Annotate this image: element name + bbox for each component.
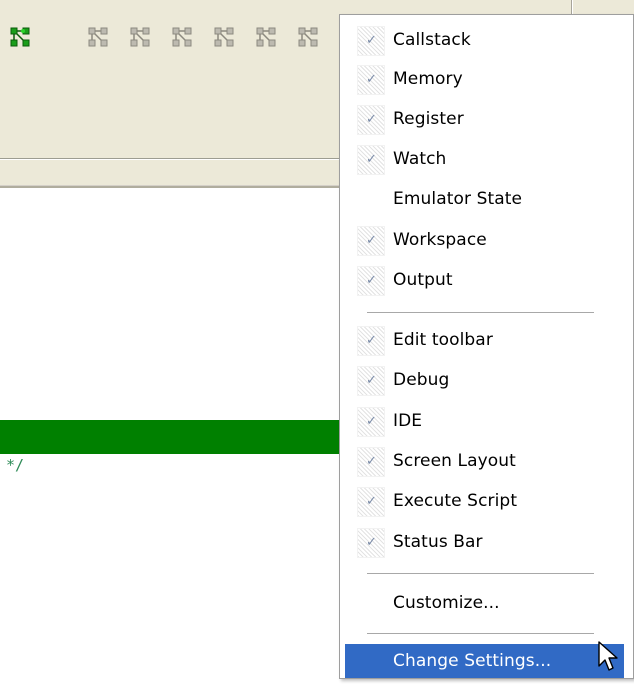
check-icon: ✓ xyxy=(366,112,377,127)
menu-separator xyxy=(367,633,594,634)
toolbar-gripper xyxy=(571,0,573,14)
menu-item-label: IDE xyxy=(393,411,423,431)
mouse-pointer-icon xyxy=(597,640,621,678)
check-mark-box: ✓ xyxy=(357,487,385,517)
comment-text: */ xyxy=(6,456,25,474)
check-mark-box xyxy=(357,185,385,215)
menu-item-label: Customize... xyxy=(393,593,500,613)
menu-item-label: Execute Script xyxy=(393,491,518,511)
menu-item-emulator-state[interactable]: Emulator State xyxy=(341,181,632,219)
check-icon: ✓ xyxy=(366,72,377,87)
check-icon: ✓ xyxy=(366,152,377,167)
menu-item-status-bar[interactable]: ✓ Status Bar xyxy=(341,524,632,562)
check-icon: ✓ xyxy=(366,454,377,469)
menu-item-memory[interactable]: ✓ Memory xyxy=(341,61,632,99)
network-icon[interactable] xyxy=(255,26,277,48)
network-icon[interactable] xyxy=(129,26,151,48)
menu-item-label: Callstack xyxy=(393,30,471,50)
menu-item-label: Memory xyxy=(393,69,463,89)
menu-item-label: Watch xyxy=(393,149,447,169)
network-active-icon[interactable] xyxy=(9,26,31,48)
menu-item-watch[interactable]: ✓ Watch xyxy=(341,141,632,179)
check-mark-box: ✓ xyxy=(357,226,385,256)
menu-item-label: Emulator State xyxy=(393,189,523,209)
network-icon[interactable] xyxy=(171,26,193,48)
check-icon: ✓ xyxy=(366,273,377,288)
menu-item-screen-layout[interactable]: ✓ Screen Layout xyxy=(341,443,632,481)
menu-item-label: Edit toolbar xyxy=(393,330,493,350)
check-mark-box: ✓ xyxy=(357,65,385,95)
menu-item-label: Workspace xyxy=(393,230,487,250)
check-mark-box: ✓ xyxy=(357,266,385,296)
menu-item-register[interactable]: ✓ Register xyxy=(341,101,632,139)
menu-item-workspace[interactable]: ✓ Workspace xyxy=(341,222,632,260)
check-icon: ✓ xyxy=(366,494,377,509)
check-mark-box: ✓ xyxy=(357,145,385,175)
menu-item-execute-script[interactable]: ✓ Execute Script xyxy=(341,483,632,521)
menu-item-label: Screen Layout xyxy=(393,451,516,471)
network-icon[interactable] xyxy=(297,26,319,48)
network-icon[interactable] xyxy=(87,26,109,48)
menu-item-change-settings[interactable]: Change Settings... xyxy=(341,643,632,681)
menu-item-label: Change Settings... xyxy=(393,651,552,671)
check-icon: ✓ xyxy=(366,414,377,429)
check-icon: ✓ xyxy=(366,33,377,48)
menu-separator xyxy=(367,573,594,574)
menu-item-label: Register xyxy=(393,109,464,129)
check-mark-box: ✓ xyxy=(357,105,385,135)
check-mark-box: ✓ xyxy=(357,528,385,558)
check-icon: ✓ xyxy=(366,233,377,248)
menu-separator xyxy=(367,312,594,313)
toolbar-context-menu: ✓ Callstack ✓ Memory ✓ Register ✓ Watch … xyxy=(339,14,634,679)
check-icon: ✓ xyxy=(366,333,377,348)
menu-item-output[interactable]: ✓ Output xyxy=(341,262,632,300)
network-icon[interactable] xyxy=(213,26,235,48)
menu-item-edit-toolbar[interactable]: ✓ Edit toolbar xyxy=(341,322,632,360)
menu-item-customize[interactable]: Customize... xyxy=(341,585,632,623)
menu-item-debug[interactable]: ✓ Debug xyxy=(341,362,632,400)
check-icon: ✓ xyxy=(366,535,377,550)
menu-item-label: Status Bar xyxy=(393,532,483,552)
menu-item-callstack[interactable]: ✓ Callstack xyxy=(341,22,632,60)
check-mark-box: ✓ xyxy=(357,26,385,56)
menu-item-label: Debug xyxy=(393,370,450,390)
check-mark-box: ✓ xyxy=(357,407,385,437)
menu-item-label: Output xyxy=(393,270,453,290)
check-mark-box: ✓ xyxy=(357,366,385,396)
check-mark-box: ✓ xyxy=(357,326,385,356)
check-mark-box: ✓ xyxy=(357,447,385,477)
menu-item-ide[interactable]: ✓ IDE xyxy=(341,403,632,441)
check-icon: ✓ xyxy=(366,373,377,388)
